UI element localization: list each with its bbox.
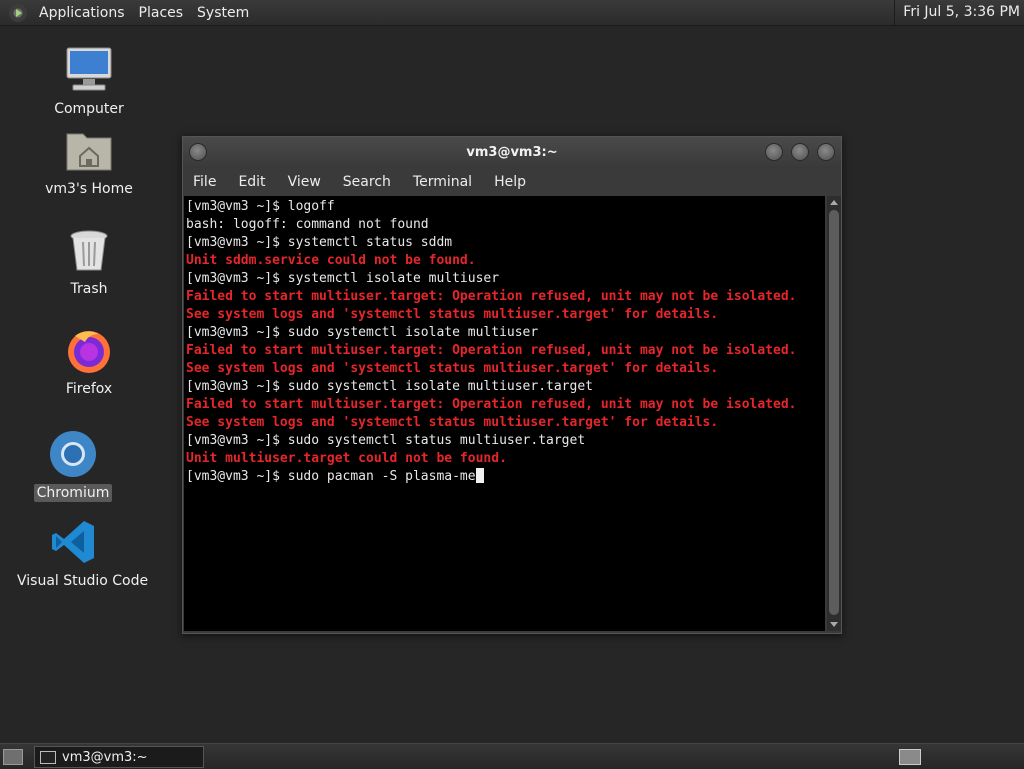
terminal-line-text: Unit sddm.service could not be found.: [186, 253, 476, 268]
terminal-line-text: Unit multiuser.target could not be found…: [186, 451, 507, 466]
terminal-line-text: [vm3@vm3 ~]$ logoff: [186, 199, 335, 214]
main-menu-icon[interactable]: [9, 3, 27, 22]
bottom-panel: vm3@vm3:~: [0, 743, 1024, 769]
terminal-window[interactable]: vm3@vm3:~ File Edit View Search Terminal…: [182, 136, 842, 634]
desktop-icon-label: Computer: [54, 101, 124, 117]
desktop-icon-computer[interactable]: Computer: [42, 46, 136, 118]
desktop-icon-label: Chromium: [33, 484, 113, 502]
window-titlebar[interactable]: vm3@vm3:~: [183, 137, 841, 168]
terminal-error-line: See system logs and 'systemctl status mu…: [186, 414, 825, 432]
terminal-cursor: [475, 468, 484, 483]
terminal-line: [vm3@vm3 ~]$ logoff: [186, 198, 825, 216]
terminal-menubar: File Edit View Search Terminal Help: [183, 168, 841, 196]
menu-help[interactable]: Help: [483, 174, 537, 190]
terminal-output[interactable]: [vm3@vm3 ~]$ logoff bash: logoff: command…: [184, 196, 825, 631]
menu-search[interactable]: Search: [332, 174, 402, 190]
trash-icon: [65, 226, 113, 274]
terminal-line-text: [vm3@vm3 ~]$ sudo pacman -S plasma-me: [186, 469, 476, 484]
clock[interactable]: Fri Jul 5, 3:36 PM: [894, 0, 1020, 25]
computer-icon: [65, 46, 113, 94]
desktop-icon-label: Firefox: [65, 381, 113, 397]
minimize-icon[interactable]: [765, 143, 783, 161]
maximize-icon[interactable]: [791, 143, 809, 161]
menu-terminal[interactable]: Terminal: [402, 174, 483, 190]
terminal-line: [vm3@vm3 ~]$ systemctl isolate multiuser: [186, 270, 825, 288]
terminal-line-text: See system logs and 'systemctl status mu…: [186, 361, 719, 376]
terminal-line-text: See system logs and 'systemctl status mu…: [186, 415, 719, 430]
menu-applications[interactable]: Applications: [32, 5, 132, 21]
taskbar-item-terminal[interactable]: vm3@vm3:~: [34, 746, 204, 768]
terminal-line: [vm3@vm3 ~]$ sudo systemctl isolate mult…: [186, 324, 825, 342]
chromium-icon: [49, 430, 97, 478]
workspace-switcher[interactable]: [899, 749, 921, 765]
terminal-error-line: Failed to start multiuser.target: Operat…: [186, 396, 825, 414]
terminal-line-text: Failed to start multiuser.target: Operat…: [186, 343, 797, 358]
terminal-line: bash: logoff: command not found: [186, 216, 825, 234]
desktop-icon-trash[interactable]: Trash: [42, 226, 136, 298]
terminal-line-text: [vm3@vm3 ~]$ sudo systemctl isolate mult…: [186, 325, 539, 340]
terminal-line-text: [vm3@vm3 ~]$ sudo systemctl status multi…: [186, 433, 586, 448]
terminal-line-text: Failed to start multiuser.target: Operat…: [186, 289, 797, 304]
desktop-icon-vscode[interactable]: Visual Studio Code: [14, 518, 148, 590]
scroll-down-icon[interactable]: [830, 622, 838, 627]
terminal-error-line: Unit sddm.service could not be found.: [186, 252, 825, 270]
terminal-line-text: [vm3@vm3 ~]$ sudo systemctl isolate mult…: [186, 379, 593, 394]
terminal-line-text: See system logs and 'systemctl status mu…: [186, 307, 719, 322]
terminal-error-line: Failed to start multiuser.target: Operat…: [186, 342, 825, 360]
home-folder-icon: [65, 126, 113, 174]
firefox-icon: [65, 326, 113, 374]
terminal-line: [vm3@vm3 ~]$ sudo systemctl isolate mult…: [186, 378, 825, 396]
vscode-icon: [50, 518, 98, 566]
terminal-line: [vm3@vm3 ~]$ sudo systemctl status multi…: [186, 432, 825, 450]
desktop-icon-label: Visual Studio Code: [17, 573, 149, 589]
close-icon[interactable]: [817, 143, 835, 161]
taskbar-item-label: vm3@vm3:~: [62, 749, 148, 765]
show-desktop-icon[interactable]: [3, 749, 23, 765]
terminal-scrollbar[interactable]: [827, 196, 841, 631]
desktop-icon-label: vm3's Home: [45, 181, 133, 197]
terminal-line-text: Failed to start multiuser.target: Operat…: [186, 397, 797, 412]
desktop-icon-label: Trash: [70, 281, 108, 297]
menu-view[interactable]: View: [277, 174, 332, 190]
desktop-icon-chromium[interactable]: Chromium: [26, 430, 120, 502]
terminal-line-text: [vm3@vm3 ~]$ systemctl status sddm: [186, 235, 453, 250]
terminal-error-line: See system logs and 'systemctl status mu…: [186, 360, 825, 378]
terminal-line: [vm3@vm3 ~]$ sudo pacman -S plasma-me: [186, 468, 825, 486]
scroll-up-icon[interactable]: [830, 200, 838, 205]
terminal-line: [vm3@vm3 ~]$ systemctl status sddm: [186, 234, 825, 252]
menu-edit[interactable]: Edit: [227, 174, 276, 190]
terminal-error-line: See system logs and 'systemctl status mu…: [186, 306, 825, 324]
desktop-icon-firefox[interactable]: Firefox: [42, 326, 136, 398]
menu-places[interactable]: Places: [132, 5, 191, 21]
scrollbar-thumb[interactable]: [829, 210, 839, 615]
terminal-line-text: [vm3@vm3 ~]$ systemctl isolate multiuser: [186, 271, 500, 286]
terminal-error-line: Failed to start multiuser.target: Operat…: [186, 288, 825, 306]
terminal-error-line: Unit multiuser.target could not be found…: [186, 450, 825, 468]
terminal-line-text: bash: logoff: command not found: [186, 217, 429, 232]
desktop-icon-home[interactable]: vm3's Home: [42, 126, 136, 198]
window-title: vm3@vm3:~: [466, 145, 558, 160]
terminal-icon: [40, 750, 56, 764]
top-panel: Applications Places System Fri Jul 5, 3:…: [0, 0, 1024, 26]
menu-file[interactable]: File: [183, 174, 227, 190]
menu-system[interactable]: System: [190, 5, 256, 21]
